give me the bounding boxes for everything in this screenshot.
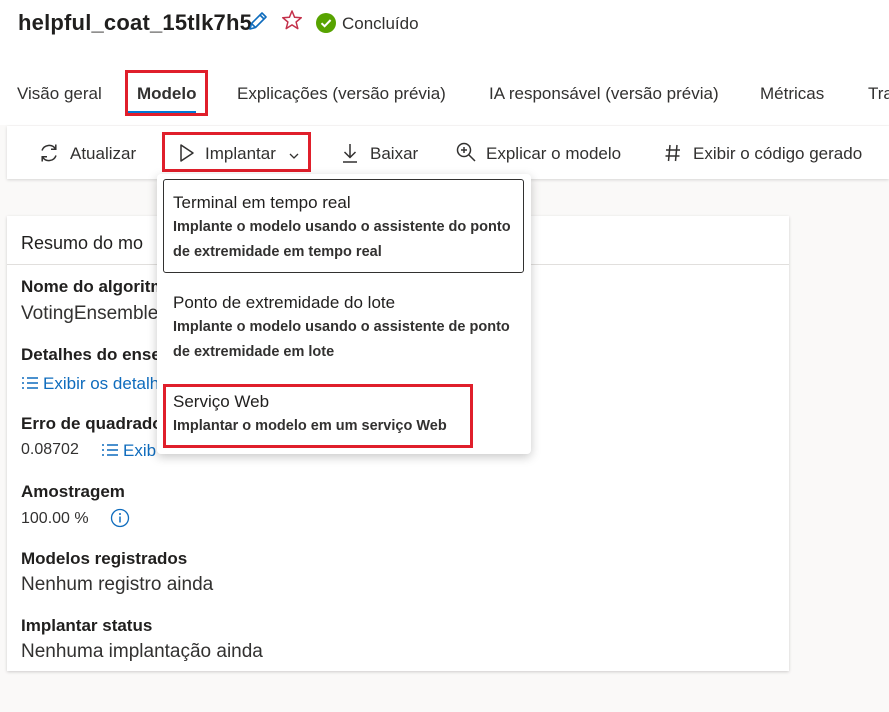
edit-icon[interactable] [247,10,269,37]
menu-item-description: de extremidade em lote [173,344,335,360]
menu-item-description: de extremidade em tempo real [173,244,382,260]
menu-item-title: Serviço Web [173,392,270,411]
registered-models-label: Modelos registrados [21,549,188,568]
sampling-label: Amostragem [21,482,125,501]
status-text: Concluído [342,14,419,33]
menu-item-title: Terminal em tempo real [173,193,351,212]
list-icon [21,376,39,395]
tab-explanations[interactable]: Explicações (versão prévia) [237,84,446,104]
info-icon[interactable] [110,508,130,533]
registered-models-value: Nenhum registro ainda [21,574,214,595]
download-icon [340,142,360,169]
ensemble-details-link[interactable]: Exibir os detalh [43,374,159,394]
error-details-link[interactable]: Exib [123,441,156,461]
algorithm-label: Nome do algoritm [21,277,166,296]
view-generated-code-button[interactable]: Exibir o código gerado [693,144,862,164]
tab-overview[interactable]: Visão geral [17,84,102,104]
error-label: Erro de quadrado [21,414,163,433]
hash-icon [664,143,682,168]
menu-item-description: Implante o modelo usando o assistente do… [173,219,511,235]
download-button[interactable]: Baixar [370,144,418,164]
check-circle-icon [316,13,336,38]
tab-metrics[interactable]: Métricas [760,84,824,104]
explain-model-button[interactable]: Explicar o modelo [486,144,621,164]
page-title: helpful_coat_15tlk7h5 [18,10,253,35]
sampling-value: 100.00 % [21,510,89,527]
deploy-status-value: Nenhuma implantação ainda [21,641,263,662]
highlight-tab-model [125,70,208,116]
menu-item-description: Implantar o modelo em um serviço Web [173,418,447,434]
refresh-button[interactable]: Atualizar [70,144,136,164]
menu-item-title: Ponto de extremidade do lote [173,293,396,312]
tab-more[interactable]: Tra [868,84,889,104]
star-icon[interactable] [281,9,303,36]
card-title: Resumo do mo [21,233,144,253]
error-value: 0.08702 [21,441,79,458]
highlight-deploy-button [162,132,311,172]
list-icon [101,443,119,462]
menu-item-description: Implante o modelo usando o assistente de… [173,319,510,335]
zoom-in-icon [455,141,477,168]
ensemble-label: Detalhes do ense [21,345,161,364]
algorithm-value: VotingEnsemble [21,303,159,324]
tab-responsible-ai[interactable]: IA responsável (versão prévia) [489,84,719,104]
refresh-icon [38,142,60,169]
deploy-status-label: Implantar status [21,616,153,635]
